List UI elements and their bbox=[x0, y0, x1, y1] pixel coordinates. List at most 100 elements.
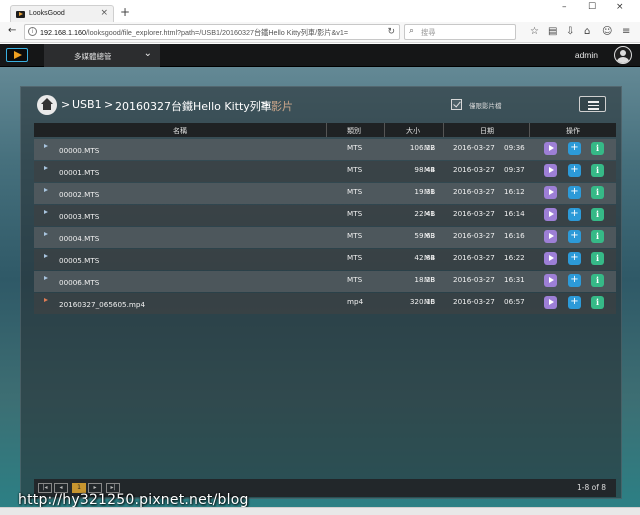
table-row[interactable]: 20160327_065605.mp4 mp4 320.16 MB 2016-03-27… bbox=[34, 293, 616, 314]
close-window-button[interactable]: × bbox=[616, 2, 624, 12]
tab-close-icon[interactable]: × bbox=[100, 8, 108, 18]
breadcrumb-folder[interactable]: 20160327台鐵Hello Kitty列車 bbox=[115, 98, 272, 114]
info-icon[interactable]: i bbox=[591, 230, 604, 243]
username: admin bbox=[574, 50, 598, 60]
horizontal-scrollbar[interactable] bbox=[0, 507, 640, 515]
file-time: 16:31 bbox=[504, 275, 525, 284]
browser-window: LooksGood × + – ☐ × ← i 192.168.1.160/lo… bbox=[0, 0, 640, 515]
header-type[interactable]: 類別 bbox=[347, 126, 361, 136]
info-icon[interactable]: i bbox=[591, 274, 604, 287]
table-row[interactable]: 00006.MTS MTS 18.28 MB 2016-03-27 16:31 + i bbox=[34, 271, 616, 292]
video-file-icon bbox=[44, 188, 48, 192]
user-avatar-icon[interactable] bbox=[614, 46, 632, 64]
info-icon[interactable]: i bbox=[28, 27, 37, 36]
file-date: 2016-03-27 bbox=[453, 231, 495, 240]
breadcrumb-usb1[interactable]: USB1 bbox=[72, 98, 102, 111]
file-type: MTS bbox=[347, 275, 363, 284]
add-to-playlist-icon[interactable]: + bbox=[568, 164, 581, 177]
info-icon[interactable]: i bbox=[591, 142, 604, 155]
file-type: MTS bbox=[347, 143, 363, 152]
file-type: mp4 bbox=[347, 297, 364, 306]
breadcrumb-separator: > bbox=[61, 98, 71, 111]
table-row[interactable]: 00004.MTS MTS 59.63 MB 2016-03-27 16:16 + i bbox=[34, 227, 616, 248]
table-row[interactable]: 00003.MTS MTS 22.41 MB 2016-03-27 16:14 + i bbox=[34, 205, 616, 226]
table-row[interactable]: 00005.MTS MTS 42.84 MB 2016-03-27 16:22 + i bbox=[34, 249, 616, 270]
menu-icon[interactable]: ≡ bbox=[622, 26, 630, 37]
search-box[interactable]: ⌕ 搜尋 bbox=[404, 24, 516, 40]
info-icon[interactable]: i bbox=[591, 296, 604, 309]
breadcrumb-separator: > bbox=[104, 98, 114, 111]
list-view-button[interactable] bbox=[579, 96, 606, 112]
file-time: 16:22 bbox=[504, 253, 525, 262]
play-icon[interactable] bbox=[544, 164, 557, 177]
table-row[interactable]: 00002.MTS MTS 19.31 MB 2016-03-27 16:12 + i bbox=[34, 183, 616, 204]
home-icon[interactable]: ⌂ bbox=[584, 26, 590, 37]
app-favicon-icon bbox=[16, 11, 25, 18]
address-bar[interactable]: i 192.168.1.160/looksgood/file_explorer.… bbox=[24, 24, 400, 40]
play-icon[interactable] bbox=[544, 296, 557, 309]
play-icon[interactable] bbox=[544, 230, 557, 243]
table-row[interactable]: 00000.MTS MTS 106.22 MB 2016-03-27 09:36 + i bbox=[34, 139, 616, 160]
breadcrumb-separator: > bbox=[260, 98, 270, 111]
file-name[interactable]: 00005.MTS bbox=[59, 256, 99, 265]
add-to-playlist-icon[interactable]: + bbox=[568, 186, 581, 199]
home-icon[interactable] bbox=[37, 95, 57, 115]
video-only-checkbox[interactable] bbox=[451, 99, 462, 110]
breadcrumb-current: 影片 bbox=[271, 100, 293, 113]
add-to-playlist-icon[interactable]: + bbox=[568, 230, 581, 243]
file-size-unit: MB bbox=[424, 165, 436, 174]
new-tab-button[interactable]: + bbox=[120, 5, 130, 19]
header-size[interactable]: 大小 bbox=[406, 126, 420, 136]
file-date: 2016-03-27 bbox=[453, 143, 495, 152]
table-row[interactable]: 00001.MTS MTS 98.44 MB 2016-03-27 09:37 + i bbox=[34, 161, 616, 182]
play-icon[interactable] bbox=[544, 142, 557, 155]
info-icon[interactable]: i bbox=[591, 164, 604, 177]
back-arrow-icon[interactable]: ← bbox=[8, 25, 16, 36]
file-name[interactable]: 00000.MTS bbox=[59, 146, 99, 155]
header-actions: 操作 bbox=[566, 127, 580, 135]
add-to-playlist-icon[interactable]: + bbox=[568, 142, 581, 155]
file-size-unit: MB bbox=[424, 231, 436, 240]
file-size-unit: MB bbox=[424, 187, 436, 196]
file-size-unit: MB bbox=[424, 209, 436, 218]
navigation-bar: ← i 192.168.1.160/looksgood/file_explore… bbox=[0, 22, 640, 43]
file-type: MTS bbox=[347, 187, 363, 196]
file-date: 2016-03-27 bbox=[453, 275, 495, 284]
file-name[interactable]: 00003.MTS bbox=[59, 212, 99, 221]
file-name[interactable]: 00002.MTS bbox=[59, 190, 99, 199]
minimize-button[interactable]: – bbox=[562, 2, 567, 12]
video-only-label: 僅限影片檔 bbox=[469, 102, 502, 110]
file-size-unit: MB bbox=[424, 143, 436, 152]
info-icon[interactable]: i bbox=[591, 186, 604, 199]
sync-icon[interactable]: ☺ bbox=[602, 26, 612, 37]
maximize-button[interactable]: ☐ bbox=[588, 2, 596, 12]
add-to-playlist-icon[interactable]: + bbox=[568, 296, 581, 309]
video-file-icon bbox=[44, 276, 48, 280]
browser-tab[interactable]: LooksGood × bbox=[10, 5, 114, 22]
header-name[interactable]: 名稱 bbox=[173, 126, 187, 136]
info-icon[interactable]: i bbox=[591, 208, 604, 221]
add-to-playlist-icon[interactable]: + bbox=[568, 252, 581, 265]
header-date[interactable]: 日期 bbox=[480, 126, 494, 136]
add-to-playlist-icon[interactable]: + bbox=[568, 274, 581, 287]
play-icon[interactable] bbox=[544, 208, 557, 221]
play-icon[interactable] bbox=[544, 274, 557, 287]
download-icon[interactable]: ⇩ bbox=[566, 26, 574, 37]
play-icon[interactable] bbox=[544, 252, 557, 265]
media-manager-menu[interactable]: 多媒體總管 ⌄ bbox=[44, 44, 160, 67]
bookmark-star-icon[interactable]: ☆ bbox=[530, 26, 539, 37]
app-logo-icon[interactable] bbox=[6, 48, 28, 62]
reading-list-icon[interactable]: ▤ bbox=[548, 26, 557, 37]
watermark: http://hy321250.pixnet.net/blog bbox=[18, 492, 249, 508]
file-name[interactable]: 00001.MTS bbox=[59, 168, 99, 177]
reload-icon[interactable]: ↻ bbox=[387, 26, 395, 37]
file-name[interactable]: 20160327_065605.mp4 bbox=[59, 300, 145, 309]
file-name[interactable]: 00006.MTS bbox=[59, 278, 99, 287]
file-name[interactable]: 00004.MTS bbox=[59, 234, 99, 243]
tab-title: LooksGood bbox=[29, 10, 65, 17]
add-to-playlist-icon[interactable]: + bbox=[568, 208, 581, 221]
info-icon[interactable]: i bbox=[591, 252, 604, 265]
file-explorer-panel: > USB1 > 20160327台鐵Hello Kitty列車 > 影片 僅限… bbox=[20, 86, 622, 499]
url-path: /looksgood/file_explorer.html?path=/USB1… bbox=[85, 28, 349, 37]
play-icon[interactable] bbox=[544, 186, 557, 199]
